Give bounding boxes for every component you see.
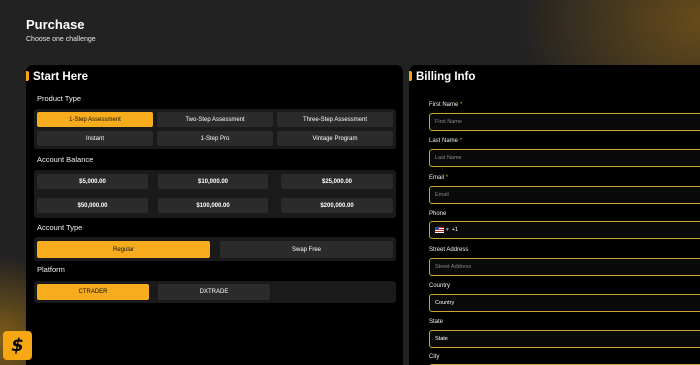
state-select[interactable]: State bbox=[429, 330, 700, 348]
billing-info-heading: Billing Info bbox=[416, 71, 476, 83]
street-address-label: Street Address bbox=[429, 247, 469, 253]
email-field[interactable]: Email bbox=[429, 186, 700, 204]
product-option-1-step[interactable]: 1-Step Assessment bbox=[37, 112, 153, 127]
fast-dollar-icon[interactable]: $ bbox=[3, 331, 32, 360]
first-name-label: First Name * bbox=[429, 102, 463, 108]
account-balance-label: Account Balance bbox=[37, 155, 94, 164]
start-here-panel: Start Here Product Type 1-Step Assessmen… bbox=[26, 65, 403, 365]
page-subtitle: Choose one challenge bbox=[26, 36, 96, 43]
account-type-swap-free[interactable]: Swap Free bbox=[220, 241, 393, 258]
last-name-field[interactable]: Last Name bbox=[429, 149, 700, 167]
phone-value: +1 bbox=[451, 227, 459, 233]
product-option-two-step[interactable]: Two-Step Assessment bbox=[157, 112, 273, 127]
phone-label: Phone bbox=[429, 211, 447, 217]
balance-option-50k[interactable]: $50,000.00 bbox=[37, 198, 148, 213]
product-option-three-step[interactable]: Three-Step Assessment bbox=[277, 112, 393, 127]
product-type-label: Product Type bbox=[37, 94, 82, 103]
product-option-1-step-pro[interactable]: 1-Step Pro bbox=[157, 131, 273, 146]
country-label: Country bbox=[429, 283, 451, 289]
page-header: Purchase Choose one challenge bbox=[26, 17, 96, 43]
chevron-down-icon: ▾ bbox=[446, 227, 449, 233]
platform-label: Platform bbox=[37, 265, 65, 274]
balance-option-100k[interactable]: $100,000.00 bbox=[158, 198, 268, 213]
balance-option-200k[interactable]: $200,000.00 bbox=[281, 198, 393, 213]
account-type-label: Account Type bbox=[37, 223, 83, 232]
account-type-group: Regular Swap Free bbox=[34, 237, 396, 261]
phone-field[interactable]: ▾ +1 bbox=[429, 221, 700, 239]
city-label: City bbox=[429, 354, 440, 360]
platform-ctrader[interactable]: CTRADER bbox=[37, 284, 149, 300]
billing-info-panel: Billing Info First Name * First Name Las… bbox=[409, 65, 700, 365]
balance-option-25k[interactable]: $25,000.00 bbox=[281, 174, 393, 189]
page-title: Purchase bbox=[26, 17, 85, 32]
country-select[interactable]: Country bbox=[429, 294, 700, 312]
last-name-label: Last Name * bbox=[429, 138, 463, 144]
product-option-instant[interactable]: Instant bbox=[37, 131, 153, 146]
platform-group: CTRADER DXTRADE bbox=[34, 281, 396, 303]
heading-accent bbox=[409, 71, 412, 81]
product-type-group: 1-Step Assessment Two-Step Assessment Th… bbox=[34, 109, 396, 149]
heading-accent bbox=[26, 71, 29, 81]
start-here-heading: Start Here bbox=[33, 71, 88, 83]
street-address-field[interactable]: Street Address bbox=[429, 258, 700, 276]
balance-option-5k[interactable]: $5,000.00 bbox=[37, 174, 148, 189]
account-type-regular[interactable]: Regular bbox=[37, 241, 210, 258]
state-label: State bbox=[429, 319, 444, 325]
account-balance-group: $5,000.00 $10,000.00 $25,000.00 $50,000.… bbox=[34, 170, 396, 218]
us-flag-icon[interactable] bbox=[435, 227, 444, 233]
first-name-field[interactable]: First Name bbox=[429, 113, 700, 131]
product-option-vintage[interactable]: Vintage Program bbox=[277, 131, 393, 146]
email-label: Email * bbox=[429, 175, 449, 181]
platform-dxtrade[interactable]: DXTRADE bbox=[158, 284, 270, 300]
balance-option-10k[interactable]: $10,000.00 bbox=[158, 174, 268, 189]
